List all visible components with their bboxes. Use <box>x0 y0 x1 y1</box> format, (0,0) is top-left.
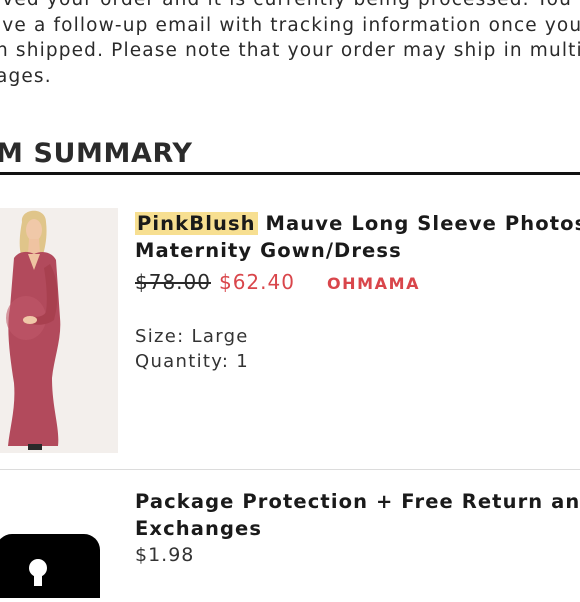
message-line: n shipped. Please note that your order m… <box>0 40 580 61</box>
brand-name: PinkBlush <box>135 212 258 235</box>
promo-code: OHMAMA <box>326 274 421 293</box>
price-row: $78.00 $62.40 OHMAMA <box>135 270 420 294</box>
sale-price: $62.40 <box>218 270 295 294</box>
order-confirmation-message: ived your order and it is currently bein… <box>0 0 580 89</box>
message-line: ive a follow-up email with tracking info… <box>0 14 580 36</box>
package-protection-price: $1.98 <box>135 544 195 566</box>
message-line: ages. <box>0 65 52 87</box>
heading-rule <box>0 172 580 175</box>
size-label: Size: Large <box>135 326 249 347</box>
package-protection-title[interactable]: Package Protection + Free Return and Exc… <box>135 488 580 542</box>
package-protection-icon <box>0 528 108 602</box>
product-title-line2: Maternity Gown/Dress <box>135 239 402 262</box>
message-line: ived your order and it is currently bein… <box>0 0 580 13</box>
item-summary-heading: M SUMMARY <box>0 138 193 169</box>
package-protection-title-line1: Package Protection + Free Return and <box>135 490 580 513</box>
item-divider <box>0 469 580 470</box>
maternity-dress-model-image <box>0 208 118 453</box>
quantity-label: Quantity: 1 <box>135 351 250 372</box>
product-title-text: Mauve Long Sleeve Photosh <box>265 212 580 235</box>
product-image[interactable] <box>0 208 118 453</box>
original-price: $78.00 <box>135 270 211 294</box>
product-details: Size: Large Quantity: 1 <box>135 324 249 374</box>
product-title[interactable]: PinkBlush Mauve Long Sleeve Photosh Mate… <box>135 210 580 264</box>
package-protection-title-line2: Exchanges <box>135 517 263 540</box>
